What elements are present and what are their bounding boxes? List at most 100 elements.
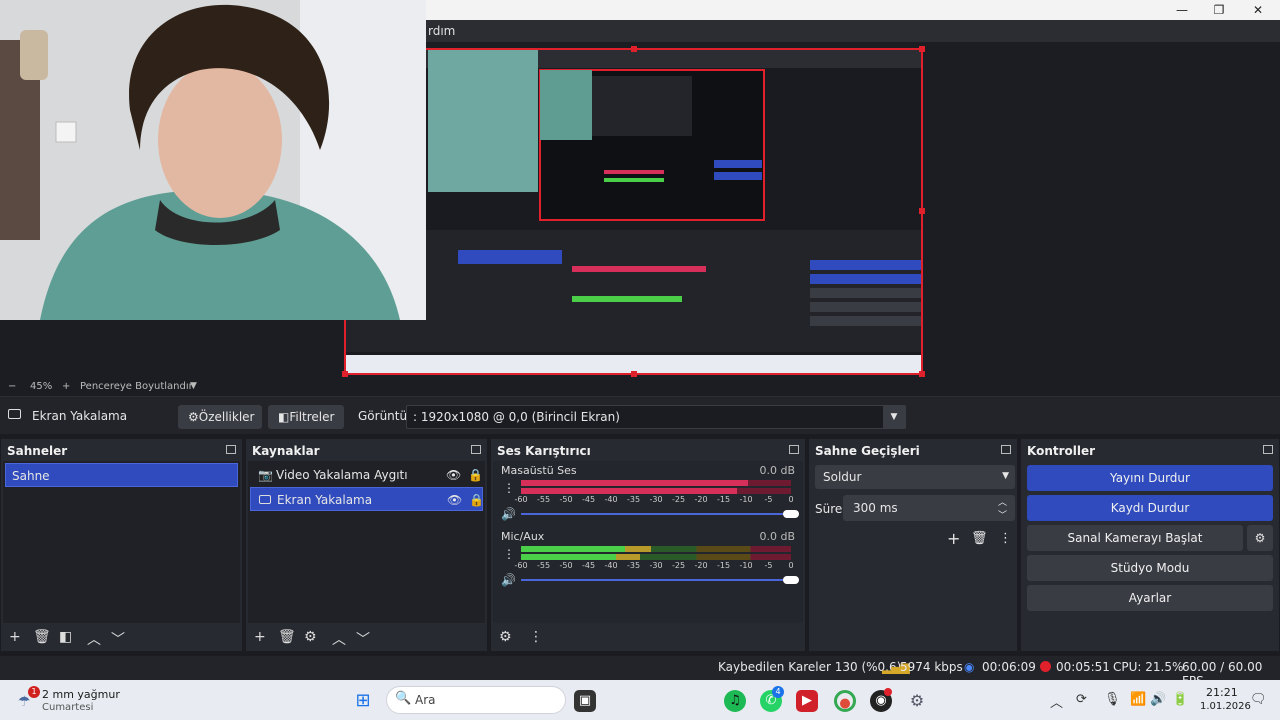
trash-icon[interactable]: 🗑 [33,629,51,645]
close-button[interactable]: ✕ [1240,2,1276,18]
studio-mode-button[interactable]: Stüdyo Modu [1027,555,1273,581]
more-vertical-icon[interactable]: ⋮ [503,481,515,495]
clock-date[interactable]: 1.01.2026 [1200,701,1251,712]
display-select[interactable]: : 1920x1080 @ 0,0 (Birincil Ekran) ▼ [406,405,906,429]
volume-slider[interactable] [521,510,799,518]
scene-item[interactable]: Sahne [5,463,238,487]
stop-record-button[interactable]: Kaydı Durdur [1027,495,1273,521]
eye-icon[interactable]: 👁 [446,463,461,487]
resize-handle[interactable] [919,208,925,214]
fit-window-dropdown[interactable]: Pencereye Boyutlandır [80,381,193,392]
minimize-button[interactable]: — [1164,2,1200,18]
sync-icon[interactable]: ⟳ [1076,692,1087,707]
microphone-icon[interactable]: 🎙 [1104,692,1121,707]
eye-icon[interactable]: 👁 [447,488,462,512]
clock-time[interactable]: 21:21 [1206,686,1238,699]
battery-icon[interactable]: 🔋 [1172,692,1188,707]
scene-list: Sahne [3,461,240,623]
undock-icon[interactable] [789,445,799,454]
chevron-up-icon[interactable]: ︿ [332,629,346,649]
spotify-icon[interactable]: ♫ [724,690,746,712]
more-vertical-icon[interactable]: ⋮ [529,629,543,645]
settings-gear-icon[interactable]: ⚙ [906,690,928,712]
stream-time: 00:06:09 [982,660,1036,674]
maximize-button[interactable]: ❐ [1201,2,1237,18]
notification-badge: 4 [772,686,784,698]
chevron-down-icon[interactable]: ▼ [1002,471,1009,481]
undock-icon[interactable] [471,445,481,454]
meter-tick-label: -55 [536,561,551,570]
cpu-usage: CPU: 21.5% [1113,660,1184,674]
source-item-screen-capture[interactable]: Ekran Yakalama 👁 🔒 [250,487,484,512]
advanced-audio-icon[interactable]: ⚙ [499,629,512,645]
zoom-in-button[interactable]: + [62,381,70,392]
speaker-icon[interactable]: 🔊 [501,507,516,521]
settings-button[interactable]: Ayarlar [1027,585,1273,611]
transitions-title: Sahne Geçişleri [815,444,920,458]
source-item-video-capture[interactable]: 📷 Video Yakalama Aygıtı 👁 🔒 [250,463,483,487]
app-icon[interactable]: ▶ [796,690,818,712]
meter-fill [521,554,640,560]
speaker-icon[interactable]: 🔊 [501,573,516,587]
filter-icon[interactable]: ◧ [59,629,72,645]
resize-handle[interactable] [919,46,925,52]
trash-icon[interactable]: 🗑 [971,531,988,546]
resize-handle[interactable] [631,46,637,52]
task-view-icon[interactable]: ▣ [574,690,596,712]
preview-canvas[interactable] [342,46,925,377]
meter-tick-label: -20 [694,561,708,570]
meter-tick-label: -55 [536,495,551,504]
chevron-up-icon[interactable]: ︿ [998,495,1007,508]
chevron-down-icon[interactable]: ▼ [190,381,197,391]
meter-tick-label: -50 [559,495,573,504]
slider-knob[interactable] [783,510,799,518]
channel-name: Mic/Aux [501,530,545,543]
notification-icon[interactable]: 🗨 [1250,692,1267,707]
search-placeholder: Ara [415,693,436,707]
menu-item-help[interactable]: rdım [428,24,455,38]
weather-subtitle: Cumartesi [42,702,94,713]
chevron-down-icon[interactable]: ﹀ [998,508,1007,521]
taskbar-search[interactable]: 🔍 Ara [386,686,566,714]
gear-icon[interactable]: ⚙ [304,629,317,645]
trash-icon[interactable]: 🗑 [278,629,296,645]
more-vertical-icon[interactable]: ⋮ [503,547,515,561]
duration-spinbox[interactable]: 300 ms ︿ ﹀ [843,495,1015,521]
undock-icon[interactable] [1263,445,1273,454]
undock-icon[interactable] [226,445,236,454]
resize-handle[interactable] [631,371,637,377]
channel-db: 0.0 dB [759,464,795,477]
resize-handle[interactable] [919,371,925,377]
lock-icon[interactable]: 🔒 [469,488,484,512]
slider-knob[interactable] [783,576,799,584]
stop-stream-button[interactable]: Yayını Durdur [1027,465,1273,491]
transition-select[interactable]: Soldur ▼ [815,465,1015,489]
properties-button[interactable]: ⚙Özellikler [178,405,262,429]
start-virtual-camera-button[interactable]: Sanal Kamerayı Başlat [1027,525,1243,551]
wifi-icon[interactable]: 📶 [1130,692,1146,707]
windows-start-icon[interactable]: ⊞ [352,690,374,712]
add-icon[interactable]: + [254,629,266,645]
weather-widget[interactable]: ☂ 1 2 mm yağmur Cumartesi [14,686,214,716]
chevron-down-icon[interactable]: ﹀ [111,629,125,649]
zoom-out-button[interactable]: − [8,381,16,392]
volume-icon[interactable]: 🔊 [1150,692,1166,707]
chevron-up-icon[interactable]: ︿ [87,629,101,649]
chrome-icon[interactable]: ● [834,690,856,712]
gear-icon: ⚙ [1254,531,1266,545]
more-vertical-icon[interactable]: ⋮ [999,531,1012,546]
mixer-title: Ses Karıştırıcı [497,444,591,458]
add-icon[interactable]: + [947,529,960,548]
lock-icon[interactable]: 🔒 [468,463,483,487]
chevron-down-icon[interactable]: ▼ [883,406,905,428]
filters-button[interactable]: ◧Filtreler [268,405,344,429]
volume-slider[interactable] [521,576,799,584]
meter-right [521,488,791,494]
chevron-up-icon[interactable]: ︿ [1050,692,1063,711]
meter-tick-label: -40 [604,495,618,504]
resize-handle[interactable] [342,371,348,377]
chevron-down-icon[interactable]: ﹀ [356,629,370,649]
add-icon[interactable]: + [9,629,21,645]
undock-icon[interactable] [1001,445,1011,454]
virtual-camera-settings-button[interactable]: ⚙ [1247,525,1273,551]
